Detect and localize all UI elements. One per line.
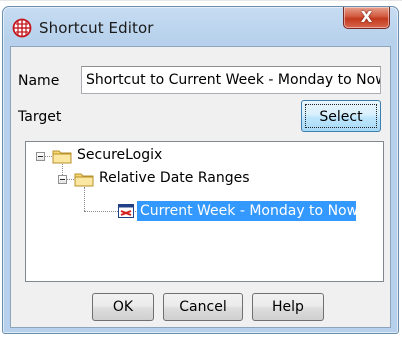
background-edge xyxy=(0,0,402,1)
tree-connector xyxy=(84,187,86,211)
title-bar[interactable]: Shortcut Editor X xyxy=(3,7,398,47)
dialog-body: Name Shortcut to Current Week - Monday t… xyxy=(10,46,391,328)
ok-button[interactable]: OK xyxy=(92,293,154,321)
help-button[interactable]: Help xyxy=(252,293,324,321)
cancel-button[interactable]: Cancel xyxy=(163,293,243,321)
tree-item-current-week[interactable]: Current Week - Monday to Now xyxy=(137,201,358,221)
shortcut-editor-dialog: Shortcut Editor X Name Shortcut to Curre… xyxy=(2,6,399,334)
name-label: Name xyxy=(18,73,60,89)
tree-connector xyxy=(45,156,52,158)
calendar-range-icon xyxy=(118,204,134,218)
close-button[interactable]: X xyxy=(343,7,390,29)
close-icon: X xyxy=(360,8,373,26)
folder-icon xyxy=(74,173,94,187)
globe-grid-icon xyxy=(12,18,32,38)
name-field[interactable]: Shortcut to Current Week - Monday to Now xyxy=(81,66,381,94)
target-tree[interactable]: SecureLogix Relative Date Ranges Current… xyxy=(25,141,384,282)
collapse-child-icon[interactable] xyxy=(58,175,67,184)
window-title: Shortcut Editor xyxy=(39,19,154,37)
select-button-label: Select xyxy=(305,104,377,128)
target-label: Target xyxy=(18,109,62,125)
folder-icon xyxy=(52,150,72,164)
tree-item-securelogix[interactable]: SecureLogix xyxy=(77,147,162,163)
select-button[interactable]: Select xyxy=(301,100,381,132)
tree-item-relative-date-ranges[interactable]: Relative Date Ranges xyxy=(99,170,250,186)
collapse-root-icon[interactable] xyxy=(36,152,45,161)
tree-connector xyxy=(67,179,74,181)
